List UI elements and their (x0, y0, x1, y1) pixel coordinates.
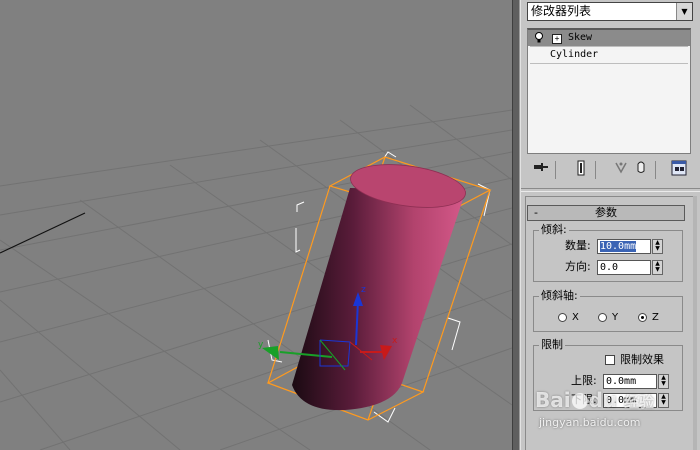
axis-x-radio[interactable] (558, 313, 567, 322)
parameters-rollout-header[interactable]: - 参数 (527, 205, 685, 221)
limits-group-title: 限制 (539, 338, 565, 351)
expand-plus-icon[interactable]: + (552, 34, 562, 44)
panel-scrollbar[interactable] (693, 196, 697, 450)
watermark-url: jingyan.baidu.com (539, 416, 641, 429)
amount-spinner[interactable]: 10.0mm ▲ ▼ (597, 239, 665, 254)
stack-item-label: Cylinder (550, 49, 599, 60)
svg-text:y: y (258, 340, 264, 350)
direction-spinner[interactable]: 0.0 ▲ ▼ (597, 260, 665, 275)
remove-modifier-icon[interactable] (631, 160, 651, 180)
watermark-text-bai: Bai (535, 388, 571, 412)
app-root: y x z 修改器列表 ▼ + Skew Cylinder - 参数 倾斜: 数… (0, 0, 700, 450)
toolbar-divider (555, 161, 556, 179)
show-end-result-icon[interactable] (571, 160, 591, 180)
stack-item-cylinder[interactable]: Cylinder (528, 47, 690, 63)
upper-limit-spinner[interactable]: 0.0mm ▲ ▼ (603, 374, 671, 389)
axis-z-radio[interactable] (638, 313, 647, 322)
amount-value: 10.0mm (600, 241, 637, 252)
svg-text:z: z (361, 285, 366, 295)
axis-z-label: Z (652, 312, 659, 323)
direction-input[interactable]: 0.0 (597, 260, 651, 275)
toolbar-divider (655, 161, 656, 179)
spinner-arrows-icon[interactable]: ▲ ▼ (658, 393, 669, 408)
stack-item-label: Skew (568, 32, 593, 43)
modifier-stack[interactable]: + Skew Cylinder (527, 28, 691, 154)
svg-text:x: x (392, 336, 398, 346)
chevron-down-icon[interactable]: ▼ (676, 3, 692, 20)
modifier-list-label: 修改器列表 (531, 4, 592, 18)
command-panel: 修改器列表 ▼ + Skew Cylinder - 参数 倾斜: 数量: 10.… (520, 0, 700, 450)
amount-label: 数量: (565, 239, 591, 252)
skew-axis-group-title: 倾斜轴: (539, 289, 580, 302)
pin-stack-icon[interactable] (531, 160, 551, 180)
limit-effect-label: 限制效果 (620, 353, 664, 366)
limit-effect-checkbox[interactable] (605, 355, 615, 365)
viewport-scene: y x z (0, 104, 512, 450)
make-unique-icon[interactable] (611, 160, 631, 180)
watermark-text-jingyan: 经验 (624, 393, 655, 411)
stack-toolbar (527, 158, 693, 182)
upper-limit-label: 上限: (571, 374, 597, 387)
axis-y-radio[interactable] (598, 313, 607, 322)
stack-divider (530, 63, 688, 64)
stack-item-skew[interactable]: + Skew (528, 30, 690, 46)
direction-label: 方向: (565, 260, 591, 273)
spinner-arrows-icon[interactable]: ▲ ▼ (658, 374, 669, 389)
axis-y-label: Y (612, 312, 619, 323)
viewport-panel-splitter[interactable] (512, 0, 520, 450)
configure-modifier-sets-icon[interactable] (669, 160, 689, 180)
axis-x-label: X (572, 312, 579, 323)
world-axis-line (0, 212, 86, 254)
panel-divider (521, 188, 700, 192)
amount-input[interactable]: 10.0mm (597, 239, 651, 254)
modifier-list-dropdown[interactable]: 修改器列表 ▼ (527, 2, 693, 21)
skew-group-title: 倾斜: (539, 223, 569, 236)
spinner-arrows-icon[interactable]: ▲ ▼ (652, 239, 663, 254)
baidu-watermark-logo: Bai du 经验 (535, 388, 654, 412)
perspective-viewport[interactable]: y x z (0, 0, 512, 450)
toolbar-divider (595, 161, 596, 179)
upper-limit-input[interactable]: 0.0mm (603, 374, 657, 389)
spinner-arrows-icon[interactable]: ▲ ▼ (652, 260, 663, 275)
lightbulb-icon[interactable] (534, 32, 546, 44)
rollout-title: 参数 (595, 206, 617, 219)
paw-icon (571, 393, 588, 409)
watermark-text-du: du (588, 388, 618, 412)
